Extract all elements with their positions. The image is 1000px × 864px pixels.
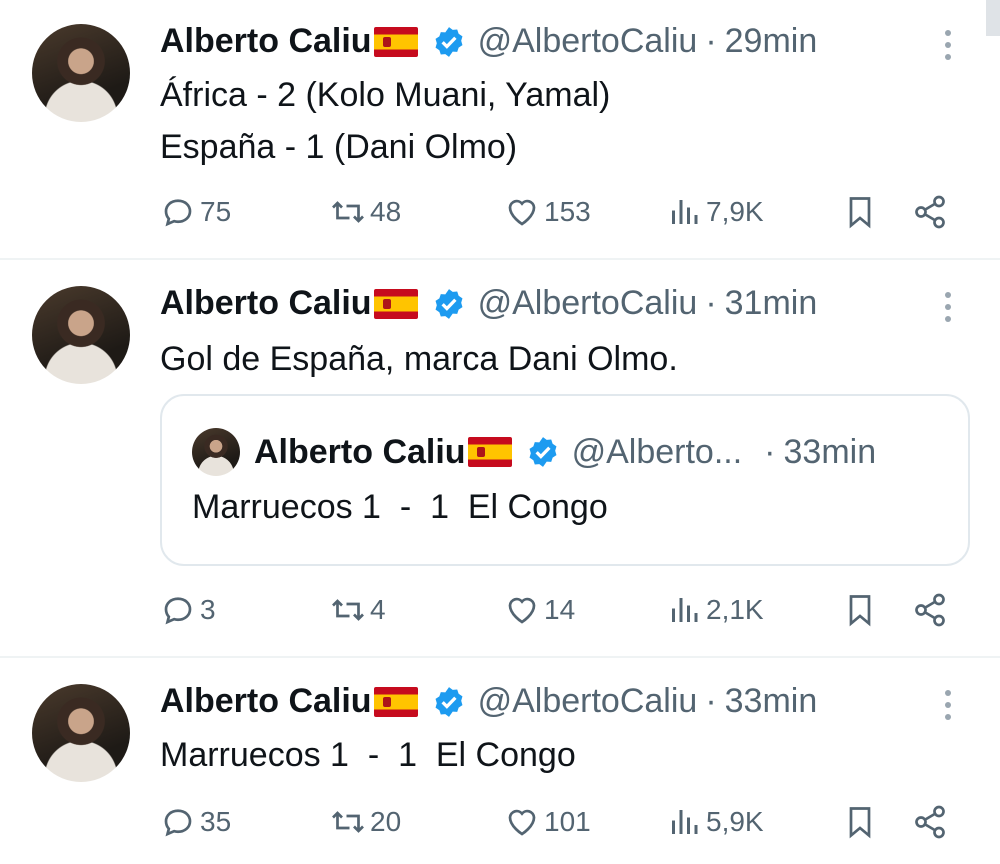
share-icon bbox=[915, 195, 945, 229]
views-count: 7,9K bbox=[706, 196, 764, 227]
verified-badge-icon bbox=[435, 288, 463, 319]
more-options-icon[interactable] bbox=[942, 690, 954, 726]
retweet-count: 48 bbox=[370, 196, 402, 227]
share-icon bbox=[915, 593, 945, 627]
views-count: 5,9K bbox=[706, 806, 764, 837]
quoted-tweet[interactable]: Alberto Caliu @Alberto... · 33min Marrue… bbox=[160, 394, 970, 566]
reply-icon bbox=[164, 199, 192, 227]
timestamp[interactable]: 29min bbox=[725, 22, 818, 61]
avatar[interactable] bbox=[32, 286, 130, 384]
verified-badge-icon bbox=[435, 26, 463, 57]
reply-button[interactable]: 75 bbox=[160, 194, 231, 230]
author-handle[interactable]: @AlbertoCaliu bbox=[478, 284, 698, 323]
tweet-actions: 35 20 101 5,9K bbox=[160, 804, 960, 844]
author-handle: @Alberto... bbox=[571, 432, 743, 471]
bookmark-button[interactable] bbox=[842, 804, 878, 840]
tweet-text-line: Marruecos 1 - 1 El Congo bbox=[160, 736, 576, 774]
like-button[interactable]: 14 bbox=[504, 592, 575, 628]
bookmark-icon bbox=[849, 595, 871, 627]
timestamp[interactable]: 31min bbox=[725, 284, 818, 323]
retweet-count: 20 bbox=[370, 806, 402, 837]
reply-button[interactable]: 35 bbox=[160, 804, 231, 840]
verified-badge-icon bbox=[435, 686, 463, 717]
views-button[interactable]: 2,1K bbox=[666, 592, 764, 628]
share-button[interactable] bbox=[912, 194, 948, 230]
more-options-icon[interactable] bbox=[942, 30, 954, 66]
tweet-actions: 75 48 153 7,9K bbox=[160, 194, 960, 234]
share-icon bbox=[915, 805, 945, 839]
separator-dot: · bbox=[705, 682, 717, 720]
reply-button[interactable]: 3 bbox=[160, 592, 216, 628]
views-icon bbox=[672, 810, 698, 834]
share-button[interactable] bbox=[912, 804, 948, 840]
spain-flag-icon bbox=[373, 686, 418, 717]
author-handle[interactable]: @AlbertoCaliu bbox=[478, 682, 698, 721]
views-icon bbox=[672, 598, 698, 622]
reply-icon bbox=[164, 809, 192, 837]
like-count: 101 bbox=[544, 806, 591, 837]
tweet[interactable]: Alberto Caliu @AlbertoCaliu · 33min Marr… bbox=[0, 658, 1000, 864]
tweet-text-line: África - 2 (Kolo Muani, Yamal) bbox=[160, 76, 611, 114]
author-name: Alberto Caliu bbox=[254, 432, 466, 471]
retweet-button[interactable]: 4 bbox=[330, 592, 386, 628]
author-name[interactable]: Alberto Caliu bbox=[160, 22, 372, 61]
bookmark-button[interactable] bbox=[842, 194, 878, 230]
heart-icon bbox=[508, 199, 536, 226]
retweet-button[interactable]: 48 bbox=[330, 194, 401, 230]
spain-flag-icon bbox=[467, 437, 512, 467]
retweet-button[interactable]: 20 bbox=[330, 804, 401, 840]
tweet-actions: 3 4 14 2,1K bbox=[160, 592, 960, 632]
spain-flag-icon bbox=[373, 26, 418, 57]
author-name[interactable]: Alberto Caliu bbox=[160, 682, 372, 721]
retweet-icon bbox=[332, 811, 364, 833]
heart-icon bbox=[508, 597, 536, 624]
tweet-text-line: España - 1 (Dani Olmo) bbox=[160, 128, 518, 166]
bookmark-icon bbox=[849, 197, 871, 229]
author-handle[interactable]: @AlbertoCaliu bbox=[478, 22, 698, 61]
like-count: 153 bbox=[544, 196, 591, 227]
reply-count: 3 bbox=[200, 594, 216, 625]
reply-icon bbox=[164, 597, 192, 625]
like-button[interactable]: 101 bbox=[504, 804, 591, 840]
timestamp[interactable]: 33min bbox=[725, 682, 818, 721]
tweet-text-line: Gol de España, marca Dani Olmo. bbox=[160, 340, 678, 378]
avatar[interactable] bbox=[32, 24, 130, 122]
tweet-header: Alberto Caliu @AlbertoCaliu · 29min bbox=[160, 22, 817, 61]
spain-flag-icon bbox=[373, 288, 418, 319]
like-count: 14 bbox=[544, 594, 576, 625]
retweet-icon bbox=[332, 599, 364, 621]
like-button[interactable]: 153 bbox=[504, 194, 591, 230]
timestamp: 33min bbox=[783, 432, 877, 471]
quoted-tweet-text: Marruecos 1 - 1 El Congo bbox=[192, 488, 608, 526]
separator-dot: · bbox=[764, 432, 776, 471]
views-icon bbox=[672, 200, 698, 224]
tweet[interactable]: Alberto Caliu @AlbertoCaliu · 29min Áfri… bbox=[0, 0, 1000, 258]
retweet-icon bbox=[332, 201, 364, 223]
quoted-tweet-header: Alberto Caliu @Alberto... · 33min bbox=[192, 428, 876, 476]
views-count: 2,1K bbox=[706, 594, 764, 625]
views-button[interactable]: 5,9K bbox=[666, 804, 764, 840]
bookmark-button[interactable] bbox=[842, 592, 878, 628]
tweet-header: Alberto Caliu @AlbertoCaliu · 31min bbox=[160, 284, 817, 323]
reply-count: 75 bbox=[200, 196, 232, 227]
more-options-icon[interactable] bbox=[942, 292, 954, 328]
views-button[interactable]: 7,9K bbox=[666, 194, 764, 230]
tweet-header: Alberto Caliu @AlbertoCaliu · 33min bbox=[160, 682, 817, 721]
avatar bbox=[192, 428, 240, 476]
retweet-count: 4 bbox=[370, 594, 386, 625]
avatar[interactable] bbox=[32, 684, 130, 782]
separator-dot: · bbox=[705, 284, 717, 322]
reply-count: 35 bbox=[200, 806, 232, 837]
author-name[interactable]: Alberto Caliu bbox=[160, 284, 372, 323]
share-button[interactable] bbox=[912, 592, 948, 628]
bookmark-icon bbox=[849, 807, 871, 839]
separator-dot: · bbox=[705, 22, 717, 60]
verified-badge-icon bbox=[529, 437, 557, 467]
heart-icon bbox=[508, 809, 536, 836]
